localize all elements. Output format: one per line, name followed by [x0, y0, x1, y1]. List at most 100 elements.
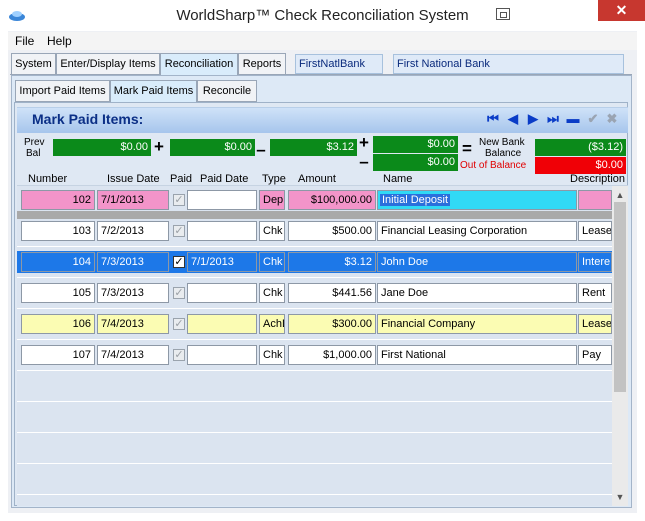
cell-type[interactable]: Dep: [259, 190, 285, 210]
cell-description[interactable]: Lease: [578, 221, 612, 241]
row-divider: [17, 277, 612, 278]
sub-adjustment: $0.00: [373, 154, 458, 171]
cell-description[interactable]: [578, 190, 612, 210]
row-divider: [17, 494, 612, 495]
cell-paid-date[interactable]: [187, 345, 257, 365]
cancel-icon[interactable]: ✖: [605, 112, 619, 126]
col-number: Number: [28, 173, 68, 185]
plus-value: $0.00: [170, 139, 255, 156]
row-divider: [17, 432, 612, 433]
menu-bar: [8, 32, 637, 50]
cell-issue-date[interactable]: 7/2/2013: [97, 221, 169, 241]
tab-reconciliation[interactable]: Reconciliation: [160, 53, 238, 75]
col-name: Name: [383, 173, 413, 185]
tab-system[interactable]: System: [11, 53, 56, 75]
cell-amount[interactable]: $500.00: [288, 221, 376, 241]
cell-amount[interactable]: $100,000.00: [288, 190, 376, 210]
cell-name[interactable]: First National: [377, 345, 577, 365]
add-adjustment: $0.00: [373, 136, 458, 153]
cell-number[interactable]: 104: [21, 252, 95, 272]
app-icon: [9, 11, 25, 21]
cell-amount[interactable]: $1,000.00: [288, 345, 376, 365]
first-record-icon[interactable]: ⏮: [486, 112, 500, 126]
cell-number[interactable]: 106: [21, 314, 95, 334]
prev-bal-label-2: Bal: [26, 148, 41, 159]
cell-number[interactable]: 102: [21, 190, 95, 210]
cell-amount[interactable]: $300.00: [288, 314, 376, 334]
subtab-import-paid-items[interactable]: Import Paid Items: [15, 80, 110, 102]
prev-balance: $0.00: [53, 139, 151, 156]
previous-record-icon[interactable]: ◀: [506, 112, 520, 126]
paid-checkbox[interactable]: ✓: [173, 225, 185, 237]
cell-name[interactable]: Financial Leasing Corporation: [377, 221, 577, 241]
tab-enter-display-items[interactable]: Enter/Display Items: [56, 53, 160, 75]
cell-paid-date[interactable]: [187, 221, 257, 241]
cell-paid-date[interactable]: 7/1/2013: [187, 252, 257, 272]
col-amount: Amount: [298, 173, 336, 185]
equals-operator: =: [462, 139, 472, 158]
scroll-up-icon[interactable]: ▲: [612, 190, 628, 202]
cell-description[interactable]: Rent: [578, 283, 612, 303]
out-of-balance-label: Out of Balance: [460, 160, 527, 171]
minus-operator-2: –: [359, 152, 369, 171]
paid-checkbox[interactable]: ✓: [173, 256, 185, 268]
cell-description[interactable]: Intere: [578, 252, 612, 272]
close-button[interactable]: ✕: [598, 0, 645, 21]
menu-help[interactable]: Help: [47, 34, 72, 48]
row-divider: [17, 463, 612, 464]
cell-paid-date[interactable]: [187, 283, 257, 303]
new-bank-label-1: New Bank: [479, 137, 525, 148]
cell-name[interactable]: Jane Doe: [377, 283, 577, 303]
cell-type[interactable]: Chk: [259, 221, 285, 241]
cell-issue-date[interactable]: 7/3/2013: [97, 252, 169, 272]
paid-checkbox[interactable]: ✓: [173, 318, 185, 330]
subtab-reconcile[interactable]: Reconcile: [197, 80, 257, 102]
cell-name[interactable]: Financial Company: [377, 314, 577, 334]
scroll-thumb[interactable]: [614, 202, 626, 392]
last-record-icon[interactable]: ⏭: [546, 112, 560, 126]
col-description: Description: [570, 173, 626, 185]
cell-amount[interactable]: $441.56: [288, 283, 376, 303]
tab-reports[interactable]: Reports: [238, 53, 286, 75]
paid-checkbox[interactable]: ✓: [173, 349, 185, 361]
row-divider: [17, 401, 612, 402]
cell-issue-date[interactable]: 7/1/2013: [97, 190, 169, 210]
menu-file[interactable]: File: [15, 34, 34, 48]
cell-paid-date[interactable]: [187, 314, 257, 334]
row-divider: [17, 339, 612, 340]
cell-number[interactable]: 105: [21, 283, 95, 303]
bank-code-field[interactable]: FirstNatlBank: [295, 54, 383, 74]
prev-bal-label-1: Prev: [24, 137, 45, 148]
paid-checkbox[interactable]: ✓: [173, 194, 185, 206]
row-divider: [17, 246, 612, 247]
col-type: Type: [262, 173, 286, 185]
cell-number[interactable]: 103: [21, 221, 95, 241]
save-check-icon[interactable]: ✔: [586, 112, 600, 126]
next-record-icon[interactable]: ▶: [526, 112, 540, 126]
selected-row-indicator: [17, 211, 612, 219]
subtab-mark-paid-items[interactable]: Mark Paid Items: [110, 80, 197, 102]
scroll-down-icon[interactable]: ▼: [612, 492, 628, 504]
cell-type[interactable]: Chk: [259, 252, 285, 272]
bank-name-field[interactable]: First National Bank: [393, 54, 624, 74]
cell-issue-date[interactable]: 7/4/2013: [97, 314, 169, 334]
cell-issue-date[interactable]: 7/4/2013: [97, 345, 169, 365]
paid-checkbox[interactable]: ✓: [173, 287, 185, 299]
col-paid-date: Paid Date: [200, 173, 249, 185]
cell-description[interactable]: Pay: [578, 345, 612, 365]
cell-name[interactable]: Initial Deposit: [377, 190, 577, 210]
cell-description[interactable]: Lease: [578, 314, 612, 334]
delete-icon[interactable]: ▬: [566, 112, 580, 126]
new-bank-label-2: Balance: [485, 148, 522, 159]
cell-amount[interactable]: $3.12: [288, 252, 376, 272]
cell-type[interactable]: AchD: [259, 314, 285, 334]
panel-title: Mark Paid Items:: [32, 111, 144, 127]
cell-number[interactable]: 107: [21, 345, 95, 365]
out-of-balance-value: $0.00: [535, 157, 626, 174]
cell-name[interactable]: John Doe: [377, 252, 577, 272]
cell-issue-date[interactable]: 7/3/2013: [97, 283, 169, 303]
cell-type[interactable]: Chk: [259, 345, 285, 365]
cell-type[interactable]: Chk: [259, 283, 285, 303]
cell-paid-date[interactable]: [187, 190, 257, 210]
restore-button[interactable]: [496, 8, 510, 20]
